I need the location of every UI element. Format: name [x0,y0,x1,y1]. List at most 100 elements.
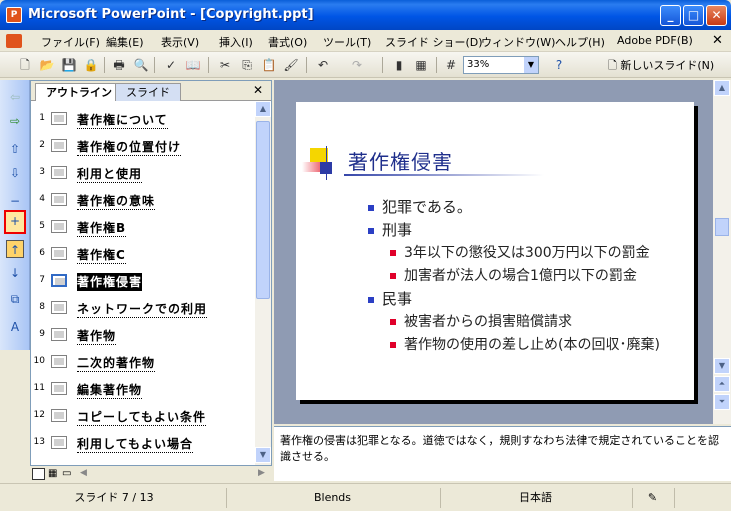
outline-title[interactable]: 二次的著作物 [77,354,156,372]
menu-adobe-pdf[interactable]: Adobe PDF(B) [614,33,696,48]
help-icon[interactable]: ? [550,56,568,74]
normal-view-icon[interactable] [32,468,45,480]
sub-bullet-item[interactable]: 加害者が法人の場合1億円以下の罰金 [390,265,637,285]
outline-row[interactable]: 1 著作権について [31,107,257,133]
outline-row[interactable]: 2 著作権の位置付け [31,134,257,160]
tab-slides[interactable]: スライド [115,83,181,101]
scroll-down-icon[interactable]: ▼ [714,358,730,374]
move-up-icon[interactable]: ⇧ [6,140,24,158]
outline-row[interactable]: 8 ネットワークでの利用 [31,296,257,322]
format-painter-icon[interactable]: 🖌 [282,56,300,74]
print-preview-icon[interactable]: 🔍 [132,56,150,74]
menu-insert[interactable]: 挿入(I) [216,33,256,51]
copy-icon[interactable]: ⎘ [238,56,256,74]
menu-help[interactable]: ヘルプ(H) [552,33,608,51]
scroll-left-icon[interactable]: ◀ [80,468,87,478]
outline-title[interactable]: ネットワークでの利用 [77,300,208,318]
slide-icon[interactable] [51,112,67,125]
redo-icon[interactable]: ↷ [348,56,366,74]
minimize-button[interactable]: _ [660,5,681,26]
scroll-thumb[interactable] [256,121,270,299]
outline-title[interactable]: 著作権の位置付け [77,138,182,156]
save-icon[interactable]: 💾 [60,56,78,74]
outline-row[interactable]: 7 著作権侵害 [31,269,257,295]
slide-sorter-icon[interactable]: ▦ [48,468,57,479]
slide-icon[interactable] [51,220,67,233]
powerpoint-app-icon[interactable]: P [6,7,22,23]
summary-slide-icon[interactable]: ⧉ [6,290,24,308]
outline-title[interactable]: 著作権B [77,219,127,237]
new-icon[interactable]: 🗋 [16,56,34,74]
undo-icon[interactable]: ↶ [314,56,332,74]
slide-canvas[interactable]: 著作権侵害 犯罪である。 刑事 3年以下の懲役又は300万円以下の罰金 加害者が法人の… [296,102,694,400]
outline-title[interactable]: 編集著作物 [77,381,143,399]
scroll-thumb[interactable] [715,218,729,236]
outline-title[interactable]: 利用してもよい場合 [77,435,194,453]
outline-title[interactable]: 著作権C [77,246,126,264]
outline-row[interactable]: 12 コピーしてもよい条件 [31,404,257,430]
slide-icon[interactable] [51,328,67,341]
outline-row[interactable]: 5 著作権B [31,215,257,241]
previous-slide-icon[interactable]: ⏶ [714,376,730,392]
bullet-item[interactable]: 民事 [368,288,412,309]
document-icon[interactable] [6,34,22,48]
close-doc-icon[interactable]: ✕ [712,33,723,48]
outline-row[interactable]: 3 利用と使用 [31,161,257,187]
next-slide-icon[interactable]: ⏷ [714,394,730,410]
outline-title[interactable]: 著作物 [77,327,117,345]
close-button[interactable]: ✕ [706,5,727,26]
chevron-down-icon[interactable]: ▼ [524,57,538,73]
slide-title[interactable]: 著作権侵害 [348,146,453,175]
close-pane-icon[interactable]: ✕ [253,83,263,97]
open-icon[interactable]: 📂 [38,56,56,74]
collapse-icon[interactable]: − [6,192,24,210]
notes-pane[interactable]: 著作権の侵害は犯罪となる。道徳ではなく，規則すなわち法律で規定されていることを認… [274,426,731,481]
demote-icon[interactable]: ⇨ [6,112,24,130]
scroll-down-icon[interactable]: ▼ [255,447,271,463]
move-down-icon[interactable]: ⇩ [6,164,24,182]
spelling-status-icon[interactable]: ✎ [632,488,672,508]
outline-row[interactable]: 9 著作物 [31,323,257,349]
slide-scrollbar[interactable]: ▲ ▼ ⏶ ⏷ [713,80,731,424]
menu-edit[interactable]: 編集(E) [103,33,147,51]
slide-icon[interactable] [51,274,67,287]
slide-icon[interactable] [51,139,67,152]
menu-format[interactable]: 書式(O) [265,33,310,51]
menu-file[interactable]: ファイル(F) [38,33,103,51]
outline-title[interactable]: コピーしてもよい条件 [77,408,207,426]
menu-view[interactable]: 表示(V) [158,33,202,51]
slideshow-icon[interactable]: ▭ [62,468,71,479]
menu-window[interactable]: ウィンドウ(W) [478,33,558,51]
expand-icon[interactable]: + [4,210,26,234]
outline-row[interactable]: 13 利用してもよい場合 [31,431,257,457]
chart-icon[interactable]: ▮ [390,56,408,74]
collapse-all-icon[interactable]: ↑ [6,240,24,258]
new-slide-button[interactable]: 🗋 新しいスライド(N) [608,57,714,76]
research-icon[interactable]: 📖 [184,56,202,74]
scroll-up-icon[interactable]: ▲ [714,80,730,96]
zoom-select[interactable]: 33% ▼ [463,56,539,74]
grid-icon[interactable]: # [442,56,460,74]
menu-tools[interactable]: ツール(T) [320,33,374,51]
slide-icon[interactable] [51,247,67,260]
slide-icon[interactable] [51,355,67,368]
slide-icon[interactable] [51,301,67,314]
bullet-item[interactable]: 犯罪である。 [368,196,472,217]
maximize-button[interactable]: □ [683,5,704,26]
permission-icon[interactable]: 🔒 [82,56,100,74]
sub-bullet-item[interactable]: 3年以下の懲役又は300万円以下の罰金 [390,242,650,262]
expand-all-icon[interactable]: ↓ [6,264,24,282]
show-formatting-icon[interactable]: A [6,318,24,336]
bullet-item[interactable]: 刑事 [368,219,412,240]
menu-slideshow[interactable]: スライド ショー(D) [382,33,486,51]
sub-bullet-item[interactable]: 被害者からの損害賠償請求 [390,311,572,331]
slide-icon[interactable] [51,382,67,395]
slide-icon[interactable] [51,409,67,422]
outline-title[interactable]: 利用と使用 [77,165,143,183]
outline-title[interactable]: 著作権について [77,111,168,129]
scroll-right-icon[interactable]: ▶ [258,468,265,478]
sub-bullet-item[interactable]: 著作物の使用の差し止め(本の回収･廃棄) [390,334,660,354]
outline-title[interactable]: 著作権侵害 [77,273,143,291]
spelling-icon[interactable]: ✓ [162,56,180,74]
outline-row[interactable]: 6 著作権C [31,242,257,268]
